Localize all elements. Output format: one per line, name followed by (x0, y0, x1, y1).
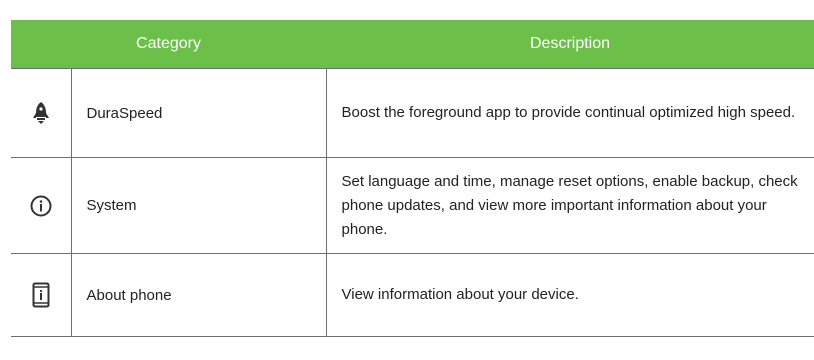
icon-cell (11, 157, 72, 254)
phone-info-icon (32, 282, 50, 308)
category-header: Category (11, 20, 327, 69)
category-label: DuraSpeed (70, 68, 327, 158)
table-row: DuraSpeed Boost the foreground app to pr… (11, 68, 814, 158)
icon-cell (11, 68, 72, 158)
category-label: About phone (70, 253, 327, 337)
description-text: View information about your device. (325, 253, 814, 337)
table-header-row: Category Description (11, 20, 814, 69)
icon-cell (11, 253, 72, 337)
settings-table: Category Description DuraSpeed Boost the… (11, 20, 814, 337)
description-header: Description (326, 20, 814, 69)
category-label: System (70, 157, 327, 254)
table-row: About phone View information about your … (11, 253, 814, 337)
description-text: Boost the foreground app to provide cont… (325, 68, 814, 158)
description-text: Set language and time, manage reset opti… (325, 157, 814, 254)
info-circle-icon (30, 195, 52, 217)
table-row: System Set language and time, manage res… (11, 157, 814, 254)
rocket-icon (32, 101, 50, 125)
